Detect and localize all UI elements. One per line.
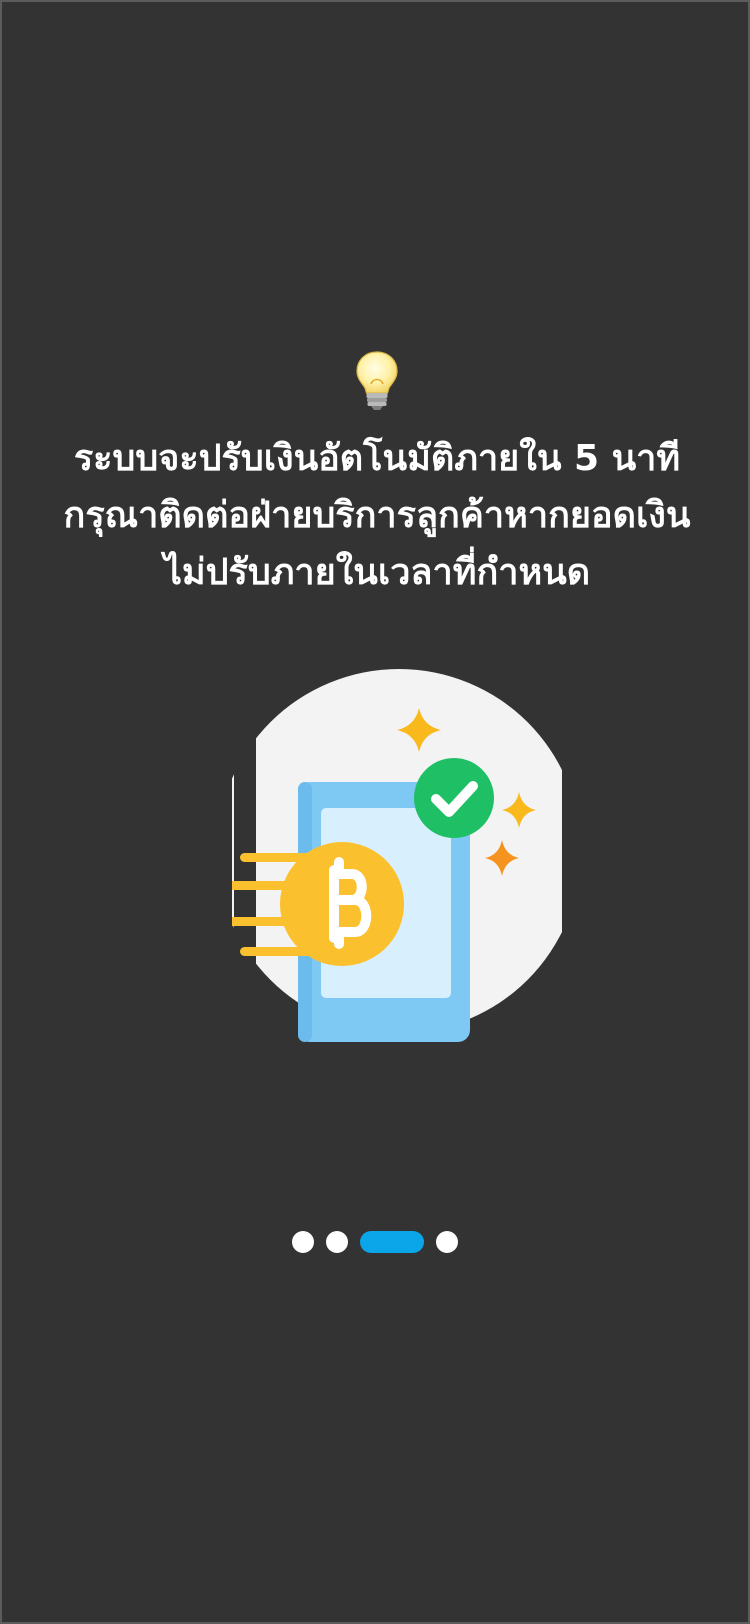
page-indicator	[292, 1231, 458, 1253]
light-bulb-icon	[356, 351, 398, 410]
mobile-bitcoin-payment-success-icon	[232, 662, 562, 1042]
page-dot-4[interactable]	[436, 1231, 458, 1253]
message-line-2: กรุณาติดต่อฝ่ายบริการลูกค้าหากยอดเงิน	[63, 495, 691, 536]
payment-adjust-message: ระบบจะปรับเงินอัตโนมัติภายใน 5 นาที กรุณ…	[27, 430, 727, 601]
page-dot-1[interactable]	[292, 1231, 314, 1253]
onboarding-screen: ระบบจะปรับเงินอัตโนมัติภายใน 5 นาที กรุณ…	[0, 0, 750, 1624]
message-line-3: ไม่ปรับภายในเวลาที่กำหนด	[163, 552, 591, 593]
page-dot-2[interactable]	[326, 1231, 348, 1253]
page-dot-3-active[interactable]	[360, 1231, 424, 1253]
message-line-1: ระบบจะปรับเงินอัตโนมัติภายใน 5 นาที	[73, 438, 681, 479]
